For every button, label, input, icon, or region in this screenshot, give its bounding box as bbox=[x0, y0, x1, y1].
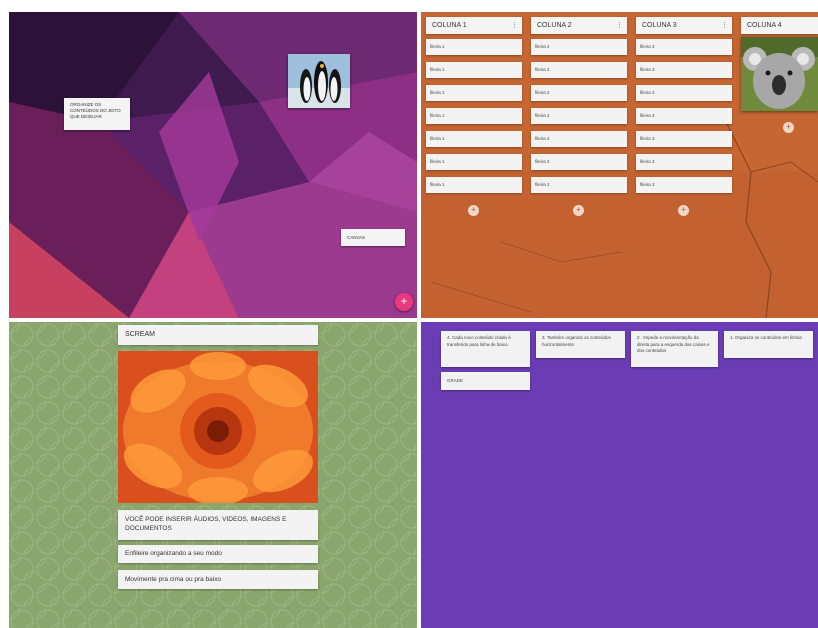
column-3[interactable]: COLUNA 3 ⋮ fileira 3 fileira 3 fileira 3… bbox=[636, 17, 732, 193]
stream-card-movimente[interactable]: Movimente pra cima ou pra baixo bbox=[118, 570, 318, 589]
row-card[interactable]: fileira 1 bbox=[426, 154, 522, 170]
note-canvas-text: CANVAS bbox=[347, 235, 366, 240]
grid-card-grade-text: GRADE bbox=[447, 378, 464, 383]
row-card[interactable]: fileira 3 bbox=[636, 131, 732, 147]
koala-photo-icon bbox=[741, 37, 818, 111]
row-card[interactable]: fileira 2 bbox=[531, 108, 627, 124]
column-4-title: COLUNA 4 bbox=[747, 22, 782, 29]
column-1-header[interactable]: COLUNA 1 ⋮ bbox=[426, 17, 522, 34]
grid-panel: 4. Cada novo conteúdo criado é transferi… bbox=[421, 322, 818, 628]
grid-card-2[interactable]: 2 . Impede a movimentação da direita par… bbox=[631, 331, 718, 367]
column-2[interactable]: COLUNA 2 ⋮ fileira 2 fileira 2 fileira 2… bbox=[531, 17, 627, 193]
row-card[interactable]: fileira 1 bbox=[426, 39, 522, 55]
flower-image[interactable] bbox=[118, 351, 318, 503]
column-2-add-button[interactable]: + bbox=[573, 205, 584, 216]
grid-card-3-text: 3. Também organiza os conteúdos horizont… bbox=[542, 335, 611, 347]
plus-icon: + bbox=[471, 205, 476, 214]
stream-caption-2: Enfileire organizando a seu modo bbox=[125, 550, 222, 557]
stream-caption-3: Movimente pra cima ou pra baixo bbox=[125, 576, 222, 583]
row-card[interactable]: fileira 1 bbox=[426, 85, 522, 101]
row-card[interactable]: fileira 1 bbox=[426, 62, 522, 78]
column-3-title: COLUNA 3 bbox=[642, 22, 677, 29]
column-1-add-button[interactable]: + bbox=[468, 205, 479, 216]
grid-card-1-text: 1. Organiza os conteúdos em linhas bbox=[730, 335, 802, 340]
column-1-title: COLUNA 1 bbox=[432, 22, 467, 29]
grid-card-4-text: 4. Cada novo conteúdo criado é transferi… bbox=[447, 335, 511, 347]
abstract-purple-background bbox=[9, 12, 417, 318]
grid-card-1[interactable]: 1. Organiza os conteúdos em linhas bbox=[724, 331, 813, 358]
row-card[interactable]: fileira 2 bbox=[531, 39, 627, 55]
stream-caption-1: VOCÊ PODE INSERIR ÁUDIOS, VIDEOS, IMAGEN… bbox=[125, 516, 287, 532]
column-3-add-button[interactable]: + bbox=[678, 205, 689, 216]
kebab-menu-icon[interactable]: ⋮ bbox=[511, 17, 518, 34]
stream-card-enfileire[interactable]: Enfileire organizando a seu modo bbox=[118, 545, 318, 563]
stream-panel: SCREAM VOCÊ PODE INSERIR ÁUDIOS, VIDEOS,… bbox=[9, 322, 417, 628]
column-2-title: COLUNA 2 bbox=[537, 22, 572, 29]
plus-icon: + bbox=[681, 205, 686, 214]
row-card[interactable]: fileira 3 bbox=[636, 85, 732, 101]
koala-image[interactable] bbox=[741, 37, 818, 111]
stream-title-card[interactable]: SCREAM bbox=[118, 325, 318, 345]
note-organize-text: ORGANIZE OS CONTEÚDOS DO JEITO QUE DESEJ… bbox=[70, 102, 121, 119]
row-card[interactable]: fileira 3 bbox=[636, 62, 732, 78]
stream-caption-card[interactable]: VOCÊ PODE INSERIR ÁUDIOS, VIDEOS, IMAGEN… bbox=[118, 510, 318, 540]
row-card[interactable]: fileira 3 bbox=[636, 108, 732, 124]
column-2-header[interactable]: COLUNA 2 ⋮ bbox=[531, 17, 627, 34]
row-card[interactable]: fileira 3 bbox=[636, 39, 732, 55]
grid-card-3[interactable]: 3. Também organiza os conteúdos horizont… bbox=[536, 331, 625, 358]
row-card[interactable]: fileira 2 bbox=[531, 62, 627, 78]
row-card[interactable]: fileira 3 bbox=[636, 154, 732, 170]
row-card[interactable]: fileira 3 bbox=[636, 177, 732, 193]
grid-card-2-text: 2 . Impede a movimentação da direita par… bbox=[637, 335, 710, 353]
column-1[interactable]: COLUNA 1 ⋮ fileira 1 fileira 1 fileira 1… bbox=[426, 17, 522, 193]
row-card[interactable]: fileira 2 bbox=[531, 85, 627, 101]
column-4-add-button[interactable]: + bbox=[783, 122, 794, 133]
plus-icon: + bbox=[576, 205, 581, 214]
plus-icon: + bbox=[786, 122, 791, 131]
row-card[interactable]: fileira 2 bbox=[531, 131, 627, 147]
canvas-panel: ORGANIZE OS CONTEÚDOS DO JEITO QUE DESEJ… bbox=[9, 12, 417, 318]
columns-panel: COLUNA 1 ⋮ fileira 1 fileira 1 fileira 1… bbox=[421, 12, 818, 318]
add-button[interactable]: + bbox=[395, 293, 413, 311]
row-card[interactable]: fileira 1 bbox=[426, 177, 522, 193]
grid-card-grade[interactable]: GRADE bbox=[441, 372, 530, 390]
note-canvas[interactable]: CANVAS bbox=[341, 229, 405, 246]
row-card[interactable]: fileira 1 bbox=[426, 131, 522, 147]
kebab-menu-icon[interactable]: ⋮ bbox=[616, 17, 623, 34]
note-organize[interactable]: ORGANIZE OS CONTEÚDOS DO JEITO QUE DESEJ… bbox=[64, 98, 130, 130]
penguins-photo-icon bbox=[288, 54, 350, 108]
plus-icon: + bbox=[400, 294, 408, 308]
row-card[interactable]: fileira 1 bbox=[426, 108, 522, 124]
stream-title: SCREAM bbox=[125, 331, 155, 338]
column-3-header[interactable]: COLUNA 3 ⋮ bbox=[636, 17, 732, 34]
flower-photo-icon bbox=[118, 351, 318, 503]
penguins-image[interactable] bbox=[288, 54, 350, 108]
column-4-header[interactable]: COLUNA 4 bbox=[741, 17, 818, 34]
column-4[interactable]: COLUNA 4 bbox=[741, 17, 818, 111]
row-card[interactable]: fileira 2 bbox=[531, 177, 627, 193]
grid-card-4[interactable]: 4. Cada novo conteúdo criado é transferi… bbox=[441, 331, 530, 367]
kebab-menu-icon[interactable]: ⋮ bbox=[721, 17, 728, 34]
row-card[interactable]: fileira 2 bbox=[531, 154, 627, 170]
